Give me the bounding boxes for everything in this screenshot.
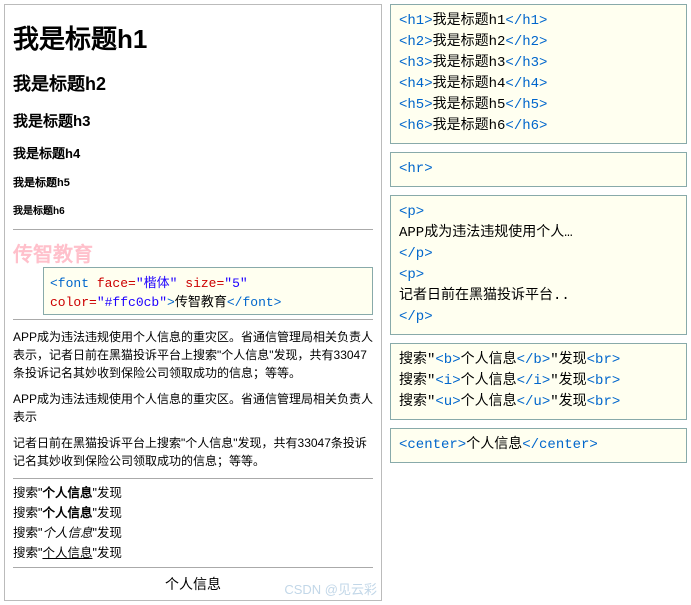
search-row-i: 搜索"个人信息"发现 <box>13 523 373 543</box>
paragraph-1: APP成为违法违规使用个人信息的重灾区。省通信管理局相关负责人表示，记者日前在黑… <box>13 328 373 382</box>
code-center: <center>个人信息</center> <box>390 428 687 463</box>
preview-panel: 我是标题h1 我是标题h2 我是标题h3 我是标题h4 我是标题h5 我是标题h… <box>4 4 382 601</box>
heading-h4: 我是标题h4 <box>13 143 373 162</box>
paragraph-2a: APP成为违法违规使用个人信息的重灾区。省通信管理局相关负责人表示 <box>13 390 373 426</box>
layout-wrap: 我是标题h1 我是标题h2 我是标题h3 我是标题h4 我是标题h5 我是标题h… <box>0 0 691 605</box>
heading-h1: 我是标题h1 <box>13 19 373 56</box>
code-panel: <h1>我是标题h1</h1> <h2>我是标题h2</h2> <h3>我是标题… <box>390 4 687 601</box>
font-code-inline: <font face="楷体" size="5" color="#ffc0cb"… <box>43 267 373 315</box>
heading-h3: 我是标题h3 <box>13 110 373 131</box>
code-paragraphs: <p> APP成为违法违规使用个人… </p> <p> 记者日前在黑猫投诉平台.… <box>390 195 687 335</box>
search-row-b: 搜索"个人信息"发现 <box>13 483 373 503</box>
code-headings: <h1>我是标题h1</h1> <h2>我是标题h2</h2> <h3>我是标题… <box>390 4 687 144</box>
code-hr: <hr> <box>390 152 687 187</box>
heading-h2: 我是标题h2 <box>13 70 373 96</box>
search-row-plain: 搜索"个人信息"发现 <box>13 503 373 523</box>
font-demo-text: 传智教育 <box>13 244 93 266</box>
hr-2 <box>13 319 373 320</box>
heading-h6: 我是标题h6 <box>13 202 373 217</box>
hr-3 <box>13 478 373 479</box>
code-search: 搜索"<b>个人信息</b>"发现<br> 搜索"<i>个人信息</i>"发现<… <box>390 343 687 420</box>
font-demo-row: 传智教育 <font face="楷体" size="5" color="#ff… <box>13 238 373 315</box>
paragraph-2b: 记者日前在黑猫投诉平台上搜索"个人信息"发现，共有33047条投诉记名其妙收到保… <box>13 434 373 470</box>
watermark: CSDN @见云彩 <box>284 579 377 598</box>
heading-h5: 我是标题h5 <box>13 174 373 190</box>
hr-4 <box>13 567 373 568</box>
hr-1 <box>13 229 373 230</box>
search-row-u: 搜索"个人信息"发现 <box>13 543 373 563</box>
